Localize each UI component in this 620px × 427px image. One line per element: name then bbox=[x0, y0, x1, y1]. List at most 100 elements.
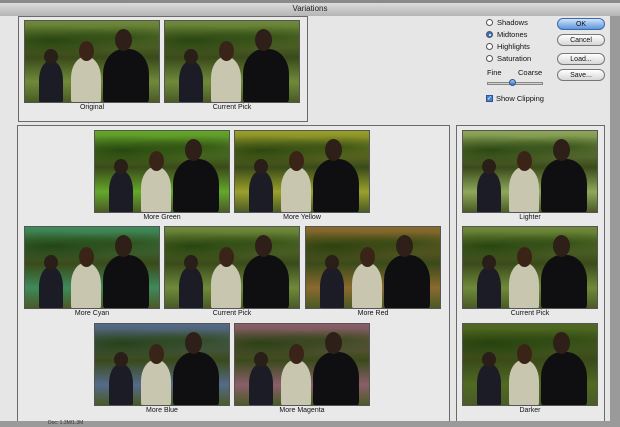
person-left bbox=[39, 61, 63, 102]
person-left bbox=[249, 171, 273, 212]
person-left bbox=[249, 364, 273, 405]
head-middle bbox=[517, 247, 532, 267]
head-left bbox=[44, 255, 58, 270]
tile-caption: More Blue bbox=[146, 407, 178, 414]
person-middle bbox=[141, 360, 171, 405]
tile-caption: More Cyan bbox=[74, 310, 110, 317]
person-left bbox=[39, 267, 63, 308]
person-left bbox=[179, 61, 203, 102]
load-button[interactable]: Load... bbox=[557, 53, 605, 65]
person-left bbox=[477, 171, 501, 212]
head-right bbox=[553, 332, 570, 354]
person-middle bbox=[509, 360, 539, 405]
thumbnail-photo[interactable] bbox=[164, 20, 300, 103]
radio-shadows[interactable]: Shadows bbox=[486, 18, 528, 27]
tile-caption: More Green bbox=[143, 214, 181, 221]
head-middle bbox=[289, 151, 304, 171]
person-middle bbox=[71, 263, 101, 308]
head-middle bbox=[517, 344, 532, 364]
thumbnail-photo[interactable] bbox=[24, 226, 160, 309]
thumbnail-photo[interactable] bbox=[234, 130, 370, 213]
head-left bbox=[482, 255, 496, 270]
head-left bbox=[482, 159, 496, 174]
radio-shadows-label: Shadows bbox=[497, 18, 528, 27]
radio-saturation-dot[interactable] bbox=[486, 55, 493, 62]
person-middle bbox=[211, 263, 241, 308]
thumbnail-photo[interactable] bbox=[234, 323, 370, 406]
head-left bbox=[325, 255, 339, 270]
thumbnail-photo[interactable] bbox=[462, 323, 598, 406]
head-left bbox=[184, 49, 198, 64]
tile-caption: More Red bbox=[357, 310, 389, 317]
save-button[interactable]: Save... bbox=[557, 69, 605, 81]
coarse-label: Coarse bbox=[518, 68, 543, 77]
person-right bbox=[103, 49, 149, 102]
thumbnail-photo[interactable] bbox=[462, 130, 598, 213]
radio-midtones-dot[interactable] bbox=[486, 31, 493, 38]
person-left bbox=[109, 171, 133, 212]
status-text: Doc: 1.3M/1.3M bbox=[48, 420, 84, 426]
tile-caption: Current Pick bbox=[510, 310, 550, 317]
head-left bbox=[482, 352, 496, 367]
head-middle bbox=[79, 41, 94, 61]
head-left bbox=[114, 352, 128, 367]
person-middle bbox=[509, 263, 539, 308]
radio-shadows-dot[interactable] bbox=[486, 19, 493, 26]
radio-saturation-label: Saturation bbox=[497, 54, 532, 63]
head-middle bbox=[219, 41, 234, 61]
tile-caption: Current Pick bbox=[212, 104, 252, 111]
tile-caption: More Magenta bbox=[279, 407, 325, 414]
person-middle bbox=[352, 263, 382, 308]
head-right bbox=[115, 235, 132, 257]
head-right bbox=[255, 29, 272, 51]
person-right bbox=[541, 159, 587, 212]
tile-caption: Current Pick bbox=[212, 310, 252, 317]
tile-caption: Lighter bbox=[519, 214, 541, 221]
window-title: Variations bbox=[292, 4, 328, 13]
person-left bbox=[109, 364, 133, 405]
cancel-button[interactable]: Cancel bbox=[557, 34, 605, 46]
person-right bbox=[243, 255, 289, 308]
head-left bbox=[44, 49, 58, 64]
person-right bbox=[541, 352, 587, 405]
radio-highlights[interactable]: Highlights bbox=[486, 42, 530, 51]
show-clipping-checkbox[interactable]: ✓ Show Clipping bbox=[486, 94, 544, 103]
status-bar: Doc: 1.3M/1.3M bbox=[0, 420, 620, 427]
thumbnail-photo[interactable] bbox=[164, 226, 300, 309]
tile-caption: Darker bbox=[519, 407, 541, 414]
head-middle bbox=[149, 151, 164, 171]
head-middle bbox=[360, 247, 375, 267]
ok-button[interactable]: OK bbox=[557, 18, 605, 30]
radio-highlights-dot[interactable] bbox=[486, 43, 493, 50]
person-right bbox=[103, 255, 149, 308]
head-middle bbox=[149, 344, 164, 364]
head-middle bbox=[289, 344, 304, 364]
slider-thumb[interactable] bbox=[508, 79, 516, 86]
head-right bbox=[325, 139, 342, 161]
person-left bbox=[179, 267, 203, 308]
background-window-edge bbox=[610, 16, 620, 421]
checkbox-icon[interactable]: ✓ bbox=[486, 95, 493, 102]
person-middle bbox=[71, 57, 101, 102]
head-right bbox=[255, 235, 272, 257]
thumbnail-photo[interactable] bbox=[94, 323, 230, 406]
thumbnail-photo[interactable] bbox=[94, 130, 230, 213]
radio-highlights-label: Highlights bbox=[497, 42, 530, 51]
thumbnail-photo[interactable] bbox=[462, 226, 598, 309]
thumbnail-photo[interactable] bbox=[24, 20, 160, 103]
person-middle bbox=[281, 360, 311, 405]
person-right bbox=[313, 159, 359, 212]
thumbnail-photo[interactable] bbox=[305, 226, 441, 309]
head-right bbox=[396, 235, 413, 257]
radio-midtones[interactable]: Midtones bbox=[486, 30, 527, 39]
person-right bbox=[173, 159, 219, 212]
person-middle bbox=[281, 167, 311, 212]
person-right bbox=[313, 352, 359, 405]
head-middle bbox=[219, 247, 234, 267]
tile-caption: Original bbox=[79, 104, 105, 111]
head-right bbox=[115, 29, 132, 51]
person-right bbox=[384, 255, 430, 308]
person-middle bbox=[141, 167, 171, 212]
radio-saturation[interactable]: Saturation bbox=[486, 54, 531, 63]
person-right bbox=[243, 49, 289, 102]
